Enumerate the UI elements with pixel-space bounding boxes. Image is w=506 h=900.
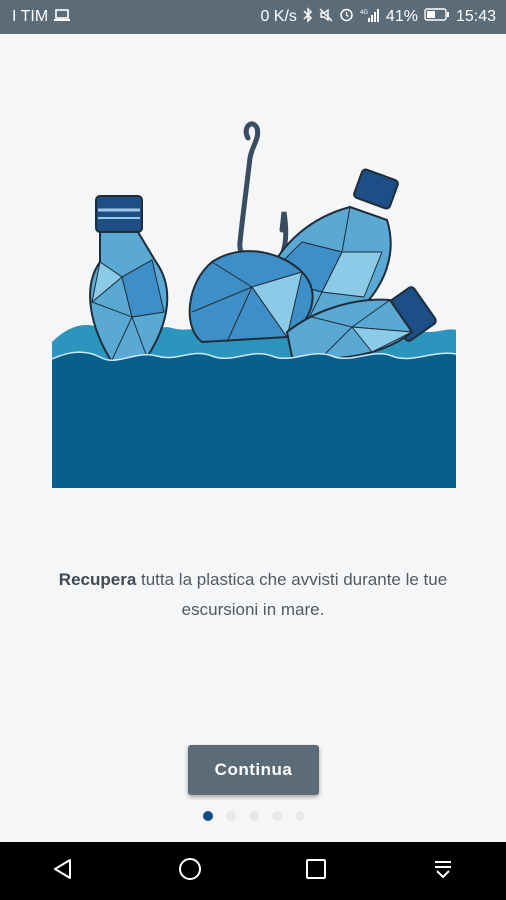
- mute-icon: [319, 7, 333, 27]
- caption-text: tutta la plastica che avvisti durante le…: [136, 570, 448, 619]
- alarm-icon: [339, 7, 354, 27]
- network-type: 4G: [360, 10, 368, 16]
- signal-icon: 4G: [360, 8, 380, 27]
- back-icon: [51, 857, 75, 886]
- page-dot-5[interactable]: [295, 811, 305, 821]
- navigation-bar: [0, 842, 506, 900]
- back-button[interactable]: [33, 846, 93, 896]
- onboarding-caption: Recupera tutta la plastica che avvisti d…: [30, 565, 476, 625]
- home-icon: [177, 856, 203, 887]
- notification-pull-icon: [432, 858, 454, 885]
- battery-percent: 41%: [385, 8, 418, 25]
- plastic-bottles-illustration: [51, 112, 457, 488]
- bottle-left: [89, 195, 169, 363]
- bluetooth-icon: [303, 6, 313, 28]
- status-bar-left: I TIM: [12, 8, 71, 26]
- recents-button[interactable]: [286, 846, 346, 896]
- caption-highlight: Recupera: [58, 570, 137, 589]
- recents-icon: [305, 858, 327, 885]
- notification-pull-button[interactable]: [413, 846, 473, 896]
- carrier-label: I TIM: [12, 8, 49, 25]
- page-dot-4[interactable]: [272, 811, 282, 821]
- page-dot-3[interactable]: [249, 811, 259, 821]
- continue-button[interactable]: Continua: [188, 745, 319, 795]
- status-bar: I TIM 0 K/s 4G 41% 15:43: [0, 0, 506, 34]
- laptop-icon: [54, 8, 71, 26]
- clock: 15:43: [455, 8, 496, 25]
- page-dot-1[interactable]: [203, 811, 213, 821]
- page-dot-2[interactable]: [226, 811, 236, 821]
- fishing-hook: [237, 121, 289, 269]
- battery-icon: [424, 8, 450, 26]
- home-button[interactable]: [160, 846, 220, 896]
- status-bar-right: 0 K/s 4G 41% 15:43: [260, 6, 496, 28]
- front-sea: [52, 352, 456, 488]
- page-indicator: [203, 811, 305, 821]
- net-speed: 0 K/s: [260, 8, 297, 25]
